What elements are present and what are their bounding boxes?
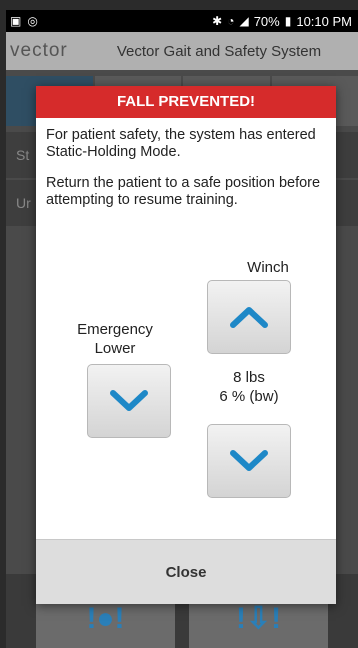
emergency-lower-button[interactable]	[87, 364, 171, 438]
battery-level: 70%	[253, 13, 280, 29]
chevron-down-icon	[230, 450, 268, 471]
winch-label: Winch	[247, 259, 289, 276]
battery-icon: ▮	[284, 14, 292, 28]
dialog-message: For patient safety, the system has enter…	[36, 118, 336, 209]
winch-down-button[interactable]	[207, 424, 291, 498]
image-icon: ▣	[10, 14, 22, 28]
chevron-up-icon	[230, 307, 268, 328]
message-return-patient: Return the patient to a safe position be…	[46, 175, 321, 208]
dialog-footer: Close	[36, 539, 336, 604]
phone-screen: ▣ ◎ ✱ ◔ ◢ 70% ▮ 10:10 PM vector Vector G…	[0, 0, 358, 648]
winch-up-button[interactable]	[207, 280, 291, 354]
wifi-icon: ◔	[227, 14, 235, 28]
sync-icon: ◎	[27, 14, 38, 28]
fall-prevented-dialog: FALL PREVENTED! For patient safety, the …	[36, 86, 336, 604]
signal-icon: ◢	[239, 14, 249, 28]
app-header: vector Vector Gait and Safety System	[6, 32, 358, 70]
winch-weight-lbs: 8 lbs	[233, 369, 265, 386]
close-button[interactable]: Close	[36, 540, 336, 604]
emergency-lower-label: Emergency Lower	[77, 321, 153, 357]
app-title: Vector Gait and Safety System	[116, 42, 322, 60]
chevron-down-icon	[110, 390, 148, 411]
vector-logo: vector	[10, 40, 68, 61]
message-static-holding: For patient safety, the system has enter…	[46, 127, 316, 160]
winch-controls: Winch Emergency Lower 8 lbs 6 % (bw)	[36, 246, 336, 546]
bluetooth-icon: ✱	[212, 14, 223, 28]
clock: 10:10 PM	[296, 13, 352, 29]
status-bar: ▣ ◎ ✱ ◔ ◢ 70% ▮ 10:10 PM	[6, 10, 358, 32]
winch-weight-bodyweight: 6 % (bw)	[219, 388, 279, 405]
dialog-title: FALL PREVENTED!	[36, 86, 336, 118]
